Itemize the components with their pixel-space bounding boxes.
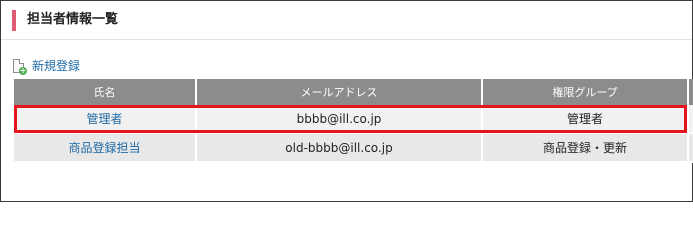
user-name-link[interactable]: 商品登録担当 bbox=[68, 141, 140, 155]
user-name-link[interactable]: 管理者 bbox=[86, 112, 122, 126]
table-header-row: 氏名 メールアドレス 権限グループ bbox=[14, 79, 693, 105]
new-registration-link[interactable]: + 新規登録 bbox=[13, 58, 81, 75]
column-header-email: メールアドレス bbox=[196, 79, 483, 105]
window-frame: 担当者情報一覧 + 新規登録 氏名 メールアドレス 権限グループ 管理者 bbb… bbox=[0, 0, 693, 202]
users-table: 氏名 メールアドレス 権限グループ 管理者 bbbb@ill.co.jp 管理者… bbox=[14, 79, 693, 163]
page-header: 担当者情報一覧 bbox=[1, 1, 692, 40]
cell-group: 商品登録・更新 bbox=[482, 133, 689, 163]
cell-name: 管理者 bbox=[14, 105, 197, 134]
column-header-extra bbox=[688, 79, 693, 105]
cell-email: old-bbbb@ill.co.jp bbox=[196, 133, 483, 163]
column-header-name: 氏名 bbox=[14, 79, 197, 105]
header-accent-bar bbox=[12, 10, 16, 31]
cell-extra bbox=[688, 105, 693, 134]
cell-extra bbox=[688, 133, 693, 163]
new-document-icon: + bbox=[13, 59, 27, 75]
new-registration-label: 新規登録 bbox=[32, 59, 81, 73]
page-title: 担当者情報一覧 bbox=[27, 12, 119, 27]
cell-email: bbbb@ill.co.jp bbox=[196, 105, 483, 134]
column-header-group: 権限グループ bbox=[482, 79, 689, 105]
cell-group: 管理者 bbox=[482, 105, 689, 134]
table-row: 商品登録担当 old-bbbb@ill.co.jp 商品登録・更新 bbox=[14, 133, 693, 163]
table-row: 管理者 bbbb@ill.co.jp 管理者 bbox=[14, 105, 693, 134]
cell-name: 商品登録担当 bbox=[14, 133, 197, 163]
